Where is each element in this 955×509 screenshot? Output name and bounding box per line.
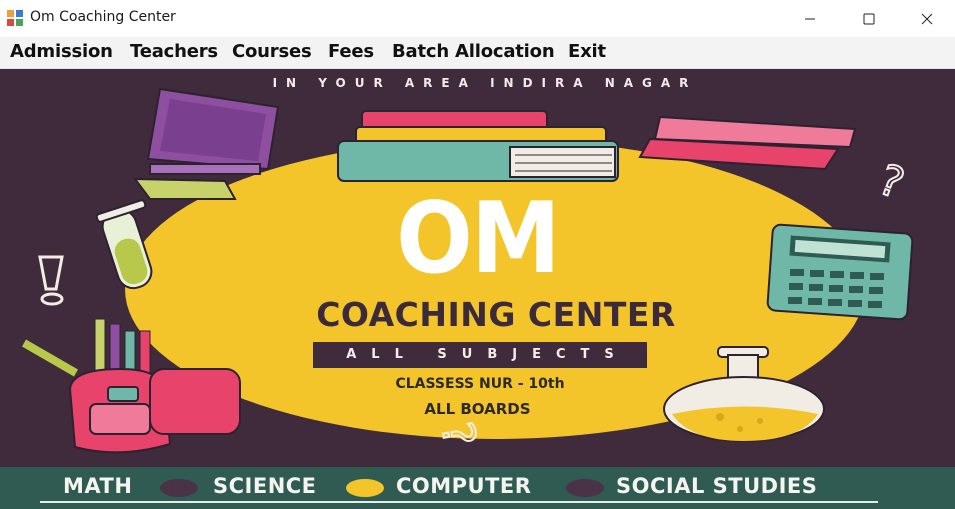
menu-admission[interactable]: Admission bbox=[10, 41, 113, 62]
menu-teachers[interactable]: Teachers bbox=[130, 41, 218, 62]
subject-social-studies: SOCIAL STUDIES bbox=[616, 474, 818, 498]
minimize-button[interactable] bbox=[781, 0, 839, 37]
maximize-icon bbox=[863, 13, 875, 24]
close-icon bbox=[921, 13, 933, 24]
menu-exit[interactable]: Exit bbox=[568, 41, 606, 62]
separator-dot bbox=[346, 479, 384, 497]
subject-computer: COMPUTER bbox=[396, 474, 532, 498]
classes-text: CLASSESS NUR - 10th bbox=[395, 376, 565, 392]
app-icon bbox=[7, 10, 23, 26]
menu-fees[interactable]: Fees bbox=[328, 41, 374, 62]
boards-text: ALL BOARDS bbox=[424, 400, 531, 418]
separator-dot bbox=[566, 479, 604, 497]
books-icon bbox=[337, 110, 619, 182]
maximize-button[interactable] bbox=[840, 0, 898, 37]
menu-courses[interactable]: Courses bbox=[232, 41, 312, 62]
poster-subtitle: COACHING CENTER bbox=[316, 295, 676, 334]
footer-divider bbox=[40, 501, 878, 503]
minimize-icon bbox=[805, 18, 815, 19]
poster-tagline: IN YOUR AREA INDIRA NAGAR bbox=[272, 76, 698, 90]
subject-science: SCIENCE bbox=[213, 474, 317, 498]
poster-headline: OM bbox=[396, 182, 561, 296]
poster-banner: ? ? IN YOUR AREA INDIRA NAGAR OM COACHIN… bbox=[0, 69, 955, 509]
window-title: Om Coaching Center bbox=[30, 9, 176, 25]
close-button[interactable] bbox=[898, 0, 955, 37]
all-subjects-banner: ALL SUBJECTS bbox=[313, 342, 647, 368]
menu-batch-allocation[interactable]: Batch Allocation bbox=[392, 41, 555, 62]
separator-dot bbox=[160, 479, 198, 497]
menu-bar: Admission Teachers Courses Fees Batch Al… bbox=[0, 37, 955, 69]
subject-math: MATH bbox=[63, 474, 133, 498]
title-bar: Om Coaching Center bbox=[0, 0, 955, 37]
